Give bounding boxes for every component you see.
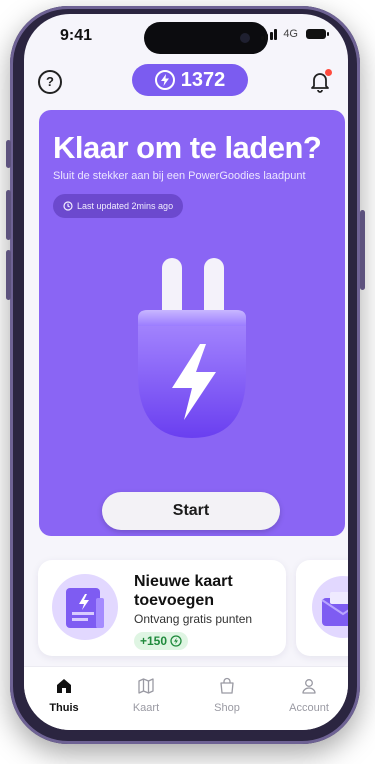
tab-shop[interactable]: Shop xyxy=(192,673,262,723)
tab-label: Account xyxy=(289,702,329,714)
last-updated-text: Last updated 2mins ago xyxy=(77,201,174,211)
power-button xyxy=(360,210,365,290)
tab-label: Thuis xyxy=(49,702,79,714)
shopping-bag-icon xyxy=(220,677,234,694)
status-icons: 4G xyxy=(260,28,329,40)
charge-hero-card: Klaar om te laden? Sluit de stekker aan … xyxy=(39,110,345,536)
points-balance-button[interactable]: 1372 xyxy=(132,64,248,96)
top-bar: ? 1372 xyxy=(24,60,348,104)
card-subtitle: Ontvang gratis punten xyxy=(134,612,253,626)
home-icon xyxy=(57,679,71,693)
last-updated-badge[interactable]: Last updated 2mins ago xyxy=(53,194,184,218)
start-button[interactable]: Start xyxy=(102,492,280,530)
card-title: Nieuwe kaart toevoegen xyxy=(134,573,233,609)
next-promo-card[interactable] xyxy=(296,560,348,656)
phone-screen: 9:41 4G ? 1372 Klaar om te laden? Sluit … xyxy=(24,14,348,730)
tab-label: Kaart xyxy=(132,702,160,714)
status-time: 9:41 xyxy=(60,27,93,44)
notifications-button[interactable] xyxy=(308,69,332,93)
bottom-tab-bar: Thuis Kaart Shop Account xyxy=(24,666,348,730)
status-bar: 9:41 4G xyxy=(24,14,348,58)
notification-dot xyxy=(325,69,332,76)
tab-kaart[interactable]: Kaart xyxy=(111,673,181,723)
map-icon xyxy=(138,678,154,694)
points-badge: +150 xyxy=(134,632,189,650)
add-card-promo[interactable]: Nieuwe kaart toevoegen Ontvang gratis pu… xyxy=(38,560,286,656)
tab-label: Shop xyxy=(214,702,240,714)
volume-down-button xyxy=(6,250,11,300)
card-illustration xyxy=(52,574,118,640)
tab-account[interactable]: Account xyxy=(274,673,344,723)
bolt-icon xyxy=(170,635,182,647)
dynamic-island xyxy=(144,22,268,54)
battery-icon xyxy=(306,29,329,39)
plug-illustration xyxy=(138,258,246,438)
hero-subtitle: Sluit de stekker aan bij een PowerGoodie… xyxy=(53,170,306,182)
bolt-icon xyxy=(154,70,175,90)
points-value: 1372 xyxy=(180,68,226,91)
volume-up-button xyxy=(6,190,11,240)
hero-title: Klaar om te laden? xyxy=(53,130,322,165)
points-badge-value: +150 xyxy=(140,634,168,648)
network-label: 4G xyxy=(283,28,298,40)
help-button[interactable]: ? xyxy=(38,70,62,94)
tab-thuis[interactable]: Thuis xyxy=(29,673,99,723)
signal-icon xyxy=(260,28,278,40)
mute-switch xyxy=(6,140,11,168)
user-icon xyxy=(302,679,316,694)
envelope-illustration xyxy=(312,576,348,638)
history-icon xyxy=(63,201,73,211)
